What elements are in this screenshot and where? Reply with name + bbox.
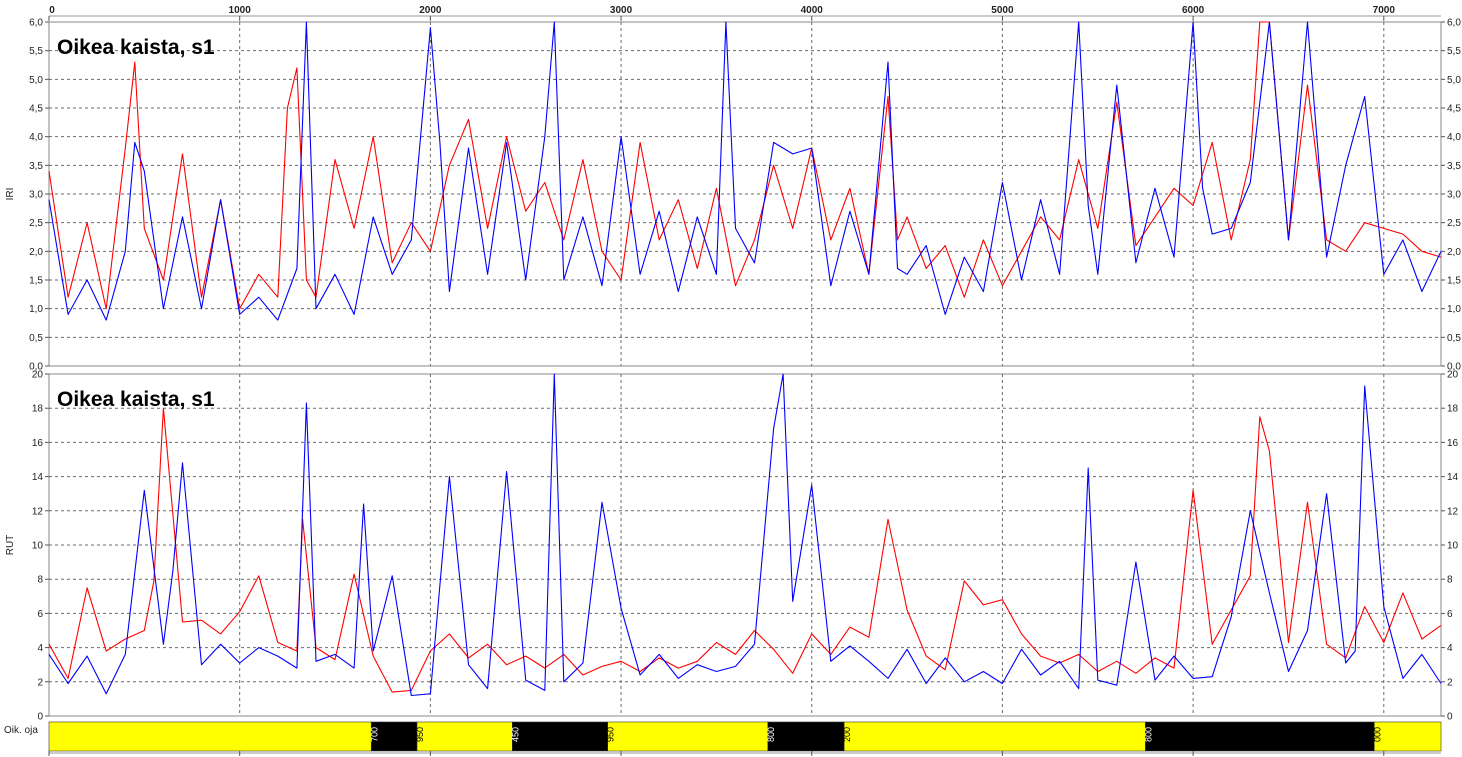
band-segment-label: 000: [1372, 727, 1382, 742]
y-tick-label-left: 20: [32, 370, 44, 381]
y-tick-label-right: 3,0: [1447, 190, 1461, 201]
y-tick-label-right: 16: [1447, 438, 1459, 449]
band-segment: [416, 721, 513, 752]
band-segment-label: 800: [766, 727, 776, 742]
rut-panel: 0 0 2 2 4 4 6 6 8 8 10 10 12 12 14 14 16 16 18 18 20 20 RUT Oik…: [5, 370, 1459, 723]
band-label: Oik. oja: [4, 725, 38, 736]
band-segment: [767, 721, 845, 752]
y-tick-label-left: 3,0: [29, 190, 43, 201]
y-tick-label-right: 1,5: [1447, 276, 1461, 287]
top-tick-label: 2000: [419, 5, 442, 16]
panel-title: Oikea kaista, s1: [57, 388, 215, 411]
y-tick-label-left: 16: [32, 438, 44, 449]
y-tick-label-left: 6: [37, 609, 43, 620]
ditch-band: Oik. oja 700 950 450 950 800 200 800 000: [4, 721, 1442, 756]
y-tick-label-right: 2,5: [1447, 218, 1461, 229]
y-tick-label-right: 0,5: [1447, 333, 1461, 344]
top-distance-axis: 0 1000 2000 3000 4000 5000 6000 7000: [48, 5, 1441, 21]
y-axis-label: IRI: [5, 188, 16, 201]
top-tick-label: 4000: [801, 5, 824, 16]
y-tick-label-right: 14: [1447, 472, 1459, 483]
top-tick-label: 5000: [991, 5, 1014, 16]
y-tick-label-right: 4,5: [1447, 104, 1461, 115]
band-segment-label: 950: [415, 727, 425, 742]
y-tick-label-left: 2: [37, 677, 43, 688]
band-segment-label: 200: [842, 727, 852, 742]
iri-panel: 0,0 0,00,5 0,51,0 1,01,5 1,52,0 2,02,5 2,53,0 3…: [5, 18, 1461, 373]
y-tick-label-left: 4: [37, 643, 43, 654]
y-tick-label-right: 3,5: [1447, 161, 1461, 172]
y-tick-label-right: 0: [1447, 712, 1453, 723]
y-tick-label-left: 6,0: [29, 18, 43, 29]
top-tick-label: 1000: [229, 5, 252, 16]
y-tick-label-right: 20: [1447, 370, 1459, 381]
y-tick-label-right: 1,0: [1447, 304, 1461, 315]
band-segment-label: 950: [606, 727, 616, 742]
y-tick-label-left: 18: [32, 404, 44, 415]
band-segment-label: 800: [1143, 727, 1153, 742]
y-tick-label-left: 4,0: [29, 132, 43, 143]
y-tick-label-right: 8: [1447, 575, 1453, 586]
y-tick-label-right: 12: [1447, 506, 1459, 517]
y-tick-label-right: 18: [1447, 404, 1459, 415]
y-tick-label-left: 5,0: [29, 75, 43, 86]
y-axis-label: RUT: [5, 535, 16, 556]
top-tick-label: 0: [49, 5, 55, 16]
y-tick-label-left: 5,5: [29, 46, 43, 57]
band-segment: [1145, 721, 1375, 752]
band-segment: [607, 721, 769, 752]
y-tick-label-left: 3,5: [29, 161, 43, 172]
band-segment-label: 450: [510, 727, 520, 742]
y-tick-label-left: 8: [37, 575, 43, 586]
y-tick-label-right: 2,0: [1447, 247, 1461, 258]
y-tick-label-left: 0: [37, 712, 43, 723]
band-segment: [1373, 721, 1442, 752]
top-tick-label: 7000: [1373, 5, 1396, 16]
band-segment-label: 700: [369, 727, 379, 742]
y-tick-label-left: 2,0: [29, 247, 43, 258]
y-tick-label-right: 10: [1447, 541, 1459, 552]
y-tick-label-left: 12: [32, 506, 44, 517]
y-tick-label-right: 5,5: [1447, 46, 1461, 57]
band-segment: [512, 721, 609, 752]
y-tick-label-left: 10: [32, 541, 44, 552]
y-tick-label-left: 2,5: [29, 218, 43, 229]
y-tick-label-left: 14: [32, 472, 44, 483]
y-tick-label-right: 4: [1447, 643, 1453, 654]
band-segment: [48, 721, 372, 752]
top-tick-label: 6000: [1182, 5, 1205, 16]
y-tick-label-left: 1,5: [29, 276, 43, 287]
y-tick-label-right: 6,0: [1447, 18, 1461, 29]
y-tick-label-right: 5,0: [1447, 75, 1461, 86]
chart-canvas: 0 1000 2000 3000 4000 5000 6000 7000 0,0 0,00,5 0…: [4, 5, 1461, 756]
y-tick-label-left: 0,5: [29, 333, 43, 344]
y-tick-label-left: 4,5: [29, 104, 43, 115]
y-tick-label-right: 6: [1447, 609, 1453, 620]
y-tick-label-left: 1,0: [29, 304, 43, 315]
y-tick-label-right: 2: [1447, 677, 1453, 688]
panel-title: Oikea kaista, s1: [57, 36, 215, 59]
top-tick-label: 3000: [610, 5, 633, 16]
y-tick-label-right: 4,0: [1447, 132, 1461, 143]
band-segment: [843, 721, 1146, 752]
